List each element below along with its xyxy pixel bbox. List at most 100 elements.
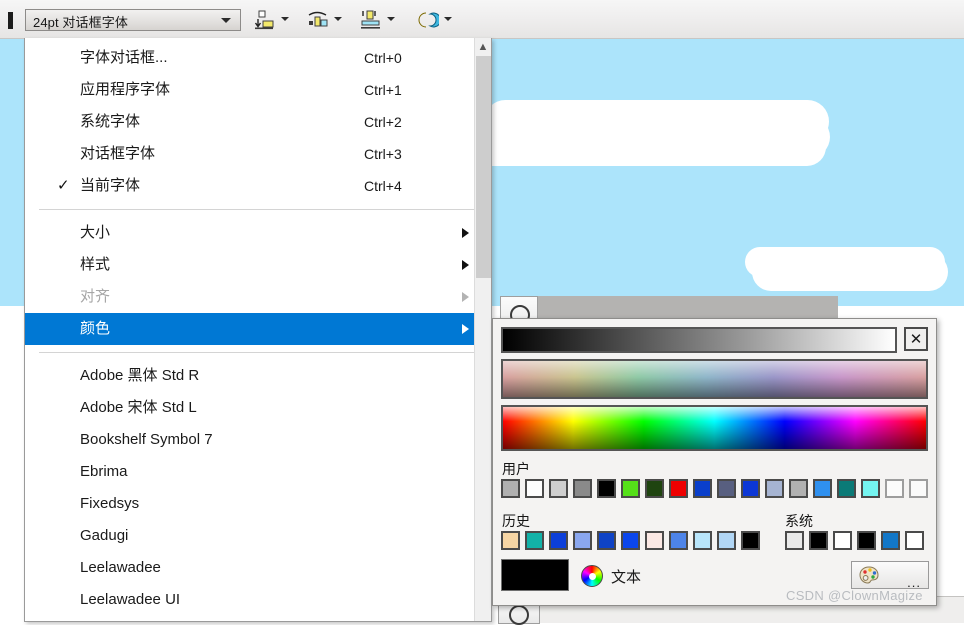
menu-item-style[interactable]: 样式 [25, 249, 491, 281]
font-name-label: Adobe 宋体 Std L [80, 399, 197, 416]
chevron-right-icon [462, 292, 469, 302]
menu-item-accelerator: Ctrl+0 [364, 50, 402, 66]
font-name-label: Fixedsys [80, 495, 140, 512]
menu-item-font[interactable]: Adobe 宋体 Std L [25, 392, 491, 424]
color-swatch-history[interactable] [525, 531, 544, 550]
chevron-down-icon[interactable] [334, 17, 342, 21]
color-swatch-user[interactable] [501, 479, 520, 498]
menu-item-dialog-font[interactable]: 对话框字体 Ctrl+3 [25, 138, 491, 170]
font-name-label: Leelawadee [80, 559, 161, 576]
color-swatch-system[interactable] [833, 531, 852, 550]
redaction-stroke-6 [751, 250, 811, 282]
color-swatch-system[interactable] [881, 531, 900, 550]
muted-spectrum-gradient-bar[interactable] [501, 359, 928, 399]
color-swatch-system[interactable] [905, 531, 924, 550]
color-swatch-user[interactable] [669, 479, 688, 498]
color-swatch-history[interactable] [693, 531, 712, 550]
color-swatch-system[interactable] [857, 531, 876, 550]
menu-item-font[interactable]: Ebrima [25, 456, 491, 488]
color-swatch-user[interactable] [741, 479, 760, 498]
more-colors-button[interactable]: ... [851, 561, 929, 590]
menu-item-label: 应用程序字体 [80, 81, 171, 98]
color-swatch-user[interactable] [909, 479, 928, 498]
menu-item-label: 样式 [80, 256, 111, 273]
menu-item-font-dialog[interactable]: 字体对话框... Ctrl+0 [25, 42, 491, 74]
color-swatch-user[interactable] [885, 479, 904, 498]
color-swatch-user[interactable] [525, 479, 544, 498]
menu-item-system-font[interactable]: 系统字体 Ctrl+2 [25, 106, 491, 138]
color-swatch-user[interactable] [549, 479, 568, 498]
color-swatch-user[interactable] [813, 479, 832, 498]
color-swatch-history[interactable] [501, 531, 520, 550]
menu-item-accelerator: Ctrl+2 [364, 114, 402, 130]
chevron-up-icon[interactable]: ▲ [475, 38, 491, 55]
selected-color-preview[interactable] [501, 559, 569, 591]
hue-spectrum-gradient-bar[interactable] [501, 405, 928, 451]
font-select-combobox[interactable]: 24pt 对话框字体 [25, 9, 241, 31]
menu-item-font[interactable]: Fixedsys [25, 488, 491, 520]
menu-item-color[interactable]: 颜色 [25, 313, 491, 345]
menu-commands-group: 字体对话框... Ctrl+0 应用程序字体 Ctrl+1 系统字体 Ctrl+… [25, 38, 491, 202]
menu-scrollbar[interactable]: ▲ [474, 38, 491, 621]
color-swatch-history[interactable] [549, 531, 568, 550]
color-swatch-history[interactable] [597, 531, 616, 550]
history-section-label: 历史 [502, 513, 530, 529]
menu-separator-1 [39, 209, 477, 210]
menu-item-accelerator: Ctrl+3 [364, 146, 402, 162]
color-swatch-user[interactable] [645, 479, 664, 498]
color-swatch-user[interactable] [573, 479, 592, 498]
menu-item-font[interactable]: Gadugi [25, 520, 491, 552]
toolbar-grip[interactable] [8, 12, 13, 29]
align-bottom-button[interactable] [252, 7, 292, 33]
swap-colors-icon [417, 10, 442, 30]
menu-item-accelerator: Ctrl+1 [364, 82, 402, 98]
color-swatch-user[interactable] [765, 479, 784, 498]
menu-item-current-font[interactable]: ✓ 当前字体 Ctrl+4 [25, 170, 491, 202]
menu-item-app-font[interactable]: 应用程序字体 Ctrl+1 [25, 74, 491, 106]
close-button[interactable]: ✕ [904, 327, 928, 351]
text-color-label: 文本 [611, 569, 642, 586]
chevron-down-icon[interactable] [387, 17, 395, 21]
chevron-down-icon[interactable] [444, 17, 452, 21]
font-name-label: Leelawadee UI [80, 591, 181, 608]
color-swatch-system[interactable] [785, 531, 804, 550]
color-swatch-history[interactable] [621, 531, 640, 550]
color-swatch-user[interactable] [789, 479, 808, 498]
scrollbar-thumb[interactable] [476, 56, 491, 278]
menu-item-size[interactable]: 大小 [25, 217, 491, 249]
menu-item-label: 对齐 [80, 288, 111, 305]
color-swatch-history[interactable] [573, 531, 592, 550]
center-vertical-button[interactable] [358, 7, 398, 33]
color-swatch-history[interactable] [741, 531, 760, 550]
menu-item-font[interactable]: Leelawadee UI [25, 584, 491, 616]
menu-item-font[interactable]: Adobe 黑体 Std R [25, 360, 491, 392]
color-swatch-history[interactable] [645, 531, 664, 550]
center-vertical-icon [360, 10, 382, 30]
align-top-button[interactable] [305, 7, 345, 33]
menu-item-font[interactable]: Leelawadee [25, 552, 491, 584]
color-swatch-user[interactable] [693, 479, 712, 498]
grayscale-gradient-bar[interactable] [501, 327, 897, 353]
menu-item-label: 系统字体 [80, 113, 141, 130]
color-swatch-user[interactable] [861, 479, 880, 498]
chevron-down-icon[interactable] [221, 18, 231, 23]
system-section-label: 系统 [785, 513, 813, 529]
font-menu: 字体对话框... Ctrl+0 应用程序字体 Ctrl+1 系统字体 Ctrl+… [24, 38, 492, 622]
menu-item-label: 颜色 [80, 320, 111, 337]
color-swatch-user[interactable] [717, 479, 736, 498]
color-swatch-history[interactable] [669, 531, 688, 550]
font-combobox-value: 24pt 对话框字体 [33, 15, 128, 30]
chevron-down-icon[interactable] [281, 17, 289, 21]
font-name-label: Gadugi [80, 527, 129, 544]
color-swatch-history[interactable] [717, 531, 736, 550]
color-swatch-user[interactable] [597, 479, 616, 498]
close-icon: ✕ [909, 331, 923, 348]
swap-colors-button[interactable] [415, 7, 455, 33]
menu-item-font[interactable]: Bookshelf Symbol 7 [25, 424, 491, 456]
color-wheel-icon[interactable] [581, 565, 603, 587]
color-swatch-system[interactable] [809, 531, 828, 550]
color-swatch-user[interactable] [837, 479, 856, 498]
chevron-right-icon [462, 228, 469, 238]
watermark: CSDN @ClownMagize [786, 588, 923, 603]
color-swatch-user[interactable] [621, 479, 640, 498]
